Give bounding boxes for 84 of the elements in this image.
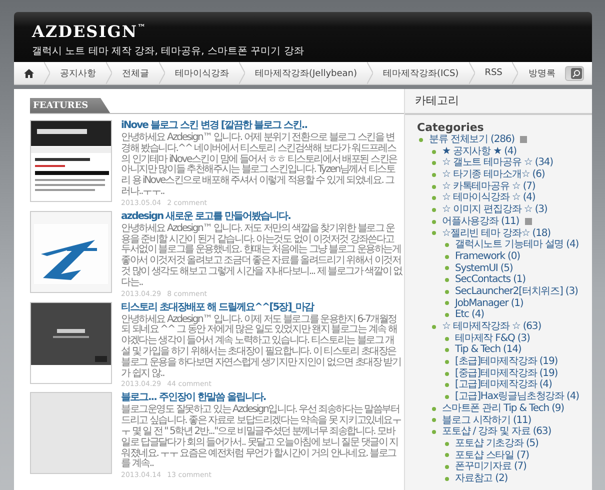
post-excerpt: 안녕하세요 Azdesign™ 입니다. 이제 저도 블로그를 운용한지 6-7개월정되 되네요 ^^ 그 동안 저에게 많은 일도 있었지만 왠지 블로그는 계속 해야겠다는 생각이 들어서 계속 노력하고 있습니다. 티스토리는 블로그 개설 및 가입을 하기 위해서는 초대장이 필요합니다. 이 티스토리 초대장은 블로그 운용을 하다보면 자연스럽게 생기지만 지인이 없으면 초대장 받기가 쉽지 않.. (121, 314, 402, 380)
category-link[interactable]: SecLauncher2[터치위즈] (3) (455, 286, 578, 298)
bullet-icon (445, 266, 449, 270)
bullet-icon (445, 313, 449, 318)
category-link[interactable]: 포토샵 스타일 (7) (455, 450, 529, 462)
section-heading: FEATURES (30, 98, 110, 113)
category-link[interactable]: 어플사용강좌 (11) (442, 216, 520, 228)
category-link[interactable]: 포토샵 기초강좌 (5) (455, 438, 538, 450)
nav-link[interactable]: 테마제작강좌(ICS) (373, 62, 469, 84)
search-field[interactable] (565, 66, 584, 80)
category-link[interactable]: JobManager (1) (455, 298, 524, 310)
category-link[interactable]: ☆ 갤노트 테마공유 ☆ (34) (442, 157, 553, 170)
post-excerpt: 안녕하세요 Azdesign™ 입니다. 저도 저만의 색깔을 찾기위한 블로그 운용을 준비할 시간이 된거 같습니다. 아는것도 없이 이것저것 강좌쓴다고 두서없이 블로그를 운용했네요. 한때는 처음에는 그냥 블로그 운용하는게 좋아서 이것저것 올려보고 조금더 좋은 자료를 올려드리기 위해서 이것저것 많이 생각도 해보고 그렇게 시간을 지내다보니... 제 블로그가 색깔이 없다는.. (121, 224, 402, 289)
bullet-icon (419, 138, 423, 142)
category-link[interactable]: ☆ 테마제작강좌 ☆ (63) (442, 321, 541, 333)
category-link[interactable]: 포토샵 / 강좌 및 자료 (63) (442, 426, 551, 438)
post-title[interactable]: 블로그... 주인장이 한말씀 올립니다. (121, 392, 402, 404)
site-tagline: 갤럭시 노트 테마 제작 강좌, 테마공유, 스마트폰 꾸미기 강좌 (32, 45, 305, 58)
category-link[interactable]: ☆ 카톡테마공유 ☆ (7) (442, 180, 536, 192)
bullet-icon (445, 394, 449, 399)
bullet-icon (432, 196, 436, 200)
category-link[interactable]: ☆ 이미지 편집강좌 ☆ (3) (442, 204, 548, 216)
category-link[interactable]: ☆ 타기종 테마소개☆ (6) (442, 169, 545, 181)
post-title[interactable]: azdesign 새로운 로고를 만들어봤습니다. (121, 210, 402, 223)
bullet-icon (445, 476, 449, 481)
bullet-icon (432, 418, 436, 422)
post-title[interactable]: iNove 블로그 스킨 변경 [깔끔한 블로그 스킨.. (121, 120, 402, 132)
bullet-icon (432, 220, 436, 224)
bullet-icon (445, 453, 449, 458)
bullet-icon (445, 465, 449, 470)
category-link[interactable]: 분류 전체보기 (286) (429, 134, 514, 146)
category-link[interactable]: SecContacts (1) (455, 274, 526, 286)
bullet-icon (445, 254, 449, 259)
bullet-icon (432, 184, 436, 189)
nav-link[interactable]: 방명록 (518, 62, 566, 84)
post-title[interactable]: 티스토리 초대장배포 해 드릴께요^^[5장]_마감 (121, 302, 402, 314)
category-link[interactable]: 자료참고 (2) (455, 472, 508, 485)
nav-link[interactable]: 공지사항 (50, 62, 106, 84)
trademark-mark: ™ (138, 22, 146, 32)
category-link[interactable]: [초급]테마제작강좌 (19) (455, 356, 558, 368)
category-link[interactable]: SystemUI (5) (455, 262, 513, 274)
category-link[interactable]: 테마제작 F&Q (3) (455, 332, 530, 344)
post-excerpt: 안녕하세요 Azdesign™ 입니다. 어제 분위기 전환으로 블로그 스킨을 변경해 봤습니다.^^ 네이버에서 티스토리 스킨검색해 보다가 워드프레스의 인기테마 iNove스킨이 맘에 들어서 ㅎㅎ 티스토리에서 배포된 스킨은 아니지만 많이들 추천해주시는 블로그 스킨입니다. Tyzen님께서 티스토리 용 iNove스킨으로 배포해 주셔서 이렇게 적용할 수 있게 되었네요. 그러나..ㅜㅜ.. (121, 133, 398, 198)
category-link[interactable]: [중급]테마제작강좌 (19) (455, 368, 558, 380)
site-logo[interactable]: AZDESIGN (32, 22, 138, 41)
category-link[interactable]: 블로그 시작하기 (11) (442, 414, 532, 426)
bullet-icon (445, 243, 449, 248)
bullet-icon (445, 372, 449, 376)
nav-link[interactable]: 테마제작강좌(Jellybean) (245, 62, 368, 84)
bullet-icon (432, 430, 436, 434)
category-link[interactable]: ☆ 테마이식강좌 ☆ (4) (442, 192, 536, 204)
category-link[interactable]: ☆젤리빈 테마 강좌☆ (18) (442, 228, 550, 240)
nav-link[interactable]: 테마이식강좌 (165, 62, 239, 84)
bullet-icon (432, 231, 436, 236)
category-link[interactable]: Etc (4) (455, 309, 484, 322)
thumbnail-placeholder[interactable] (30, 392, 112, 474)
category-link[interactable]: Framework (0) (455, 250, 520, 263)
bullet-icon (445, 442, 449, 446)
bullet-icon (445, 336, 449, 341)
post-excerpt: 블로그운영도 잘못하고 있는 Azdesign입니다. 우선 죄송하다는 말씀부터드리고 싶습니다. 좋은 자료로 보답드리겠다는 약속을 못 지키고있네요ㅜㅜ 몇 일 전 " 5학년 2반..."으로 비밀글주셨던 분께너무 죄송합니다. 모바일로 답글달다가 회의 들어가서.. 못달고 오늘아침에 보니 질문 댓글이 지워졌네요. ㅜㅜ 요즘은 예전처럼 무언가 할시간이 거의 안나네요. 블로그를 계속.. (121, 405, 402, 470)
sidebar-title: 카테고리 (405, 89, 592, 115)
bullet-icon (445, 290, 449, 294)
bullet-icon (445, 348, 449, 352)
bullet-icon (432, 161, 436, 166)
bullet-icon (432, 150, 436, 154)
category-link[interactable]: 갤럭시노트 기능테마 설명 (4) (455, 239, 579, 251)
bullet-icon (432, 406, 436, 411)
bullet-icon (445, 383, 449, 388)
bullet-icon (432, 172, 436, 177)
nav-link[interactable]: RSS (474, 62, 512, 84)
category-link[interactable]: ★ 공지사항 ★ (4) (442, 146, 516, 158)
categories-heading: Categories (416, 120, 485, 134)
bullet-icon (432, 324, 436, 329)
bullet-icon (445, 278, 449, 282)
category-link[interactable]: [고급]Hax링글님초청강좌 (4) (455, 391, 579, 403)
bullet-icon (445, 360, 449, 364)
category-link[interactable]: 스마트폰 관리 Tip & Tech (9) (442, 402, 564, 415)
bullet-icon (445, 301, 449, 306)
nav-link[interactable]: 전체글 (112, 62, 159, 84)
bullet-icon (432, 208, 436, 212)
category-link[interactable]: [고급]테마제작강좌 (4) (455, 379, 552, 392)
search-icon[interactable] (571, 68, 582, 78)
category-link[interactable]: 폰꾸미기자료 (7) (455, 461, 526, 473)
category-link[interactable]: Tip & Tech (14) (455, 344, 522, 356)
